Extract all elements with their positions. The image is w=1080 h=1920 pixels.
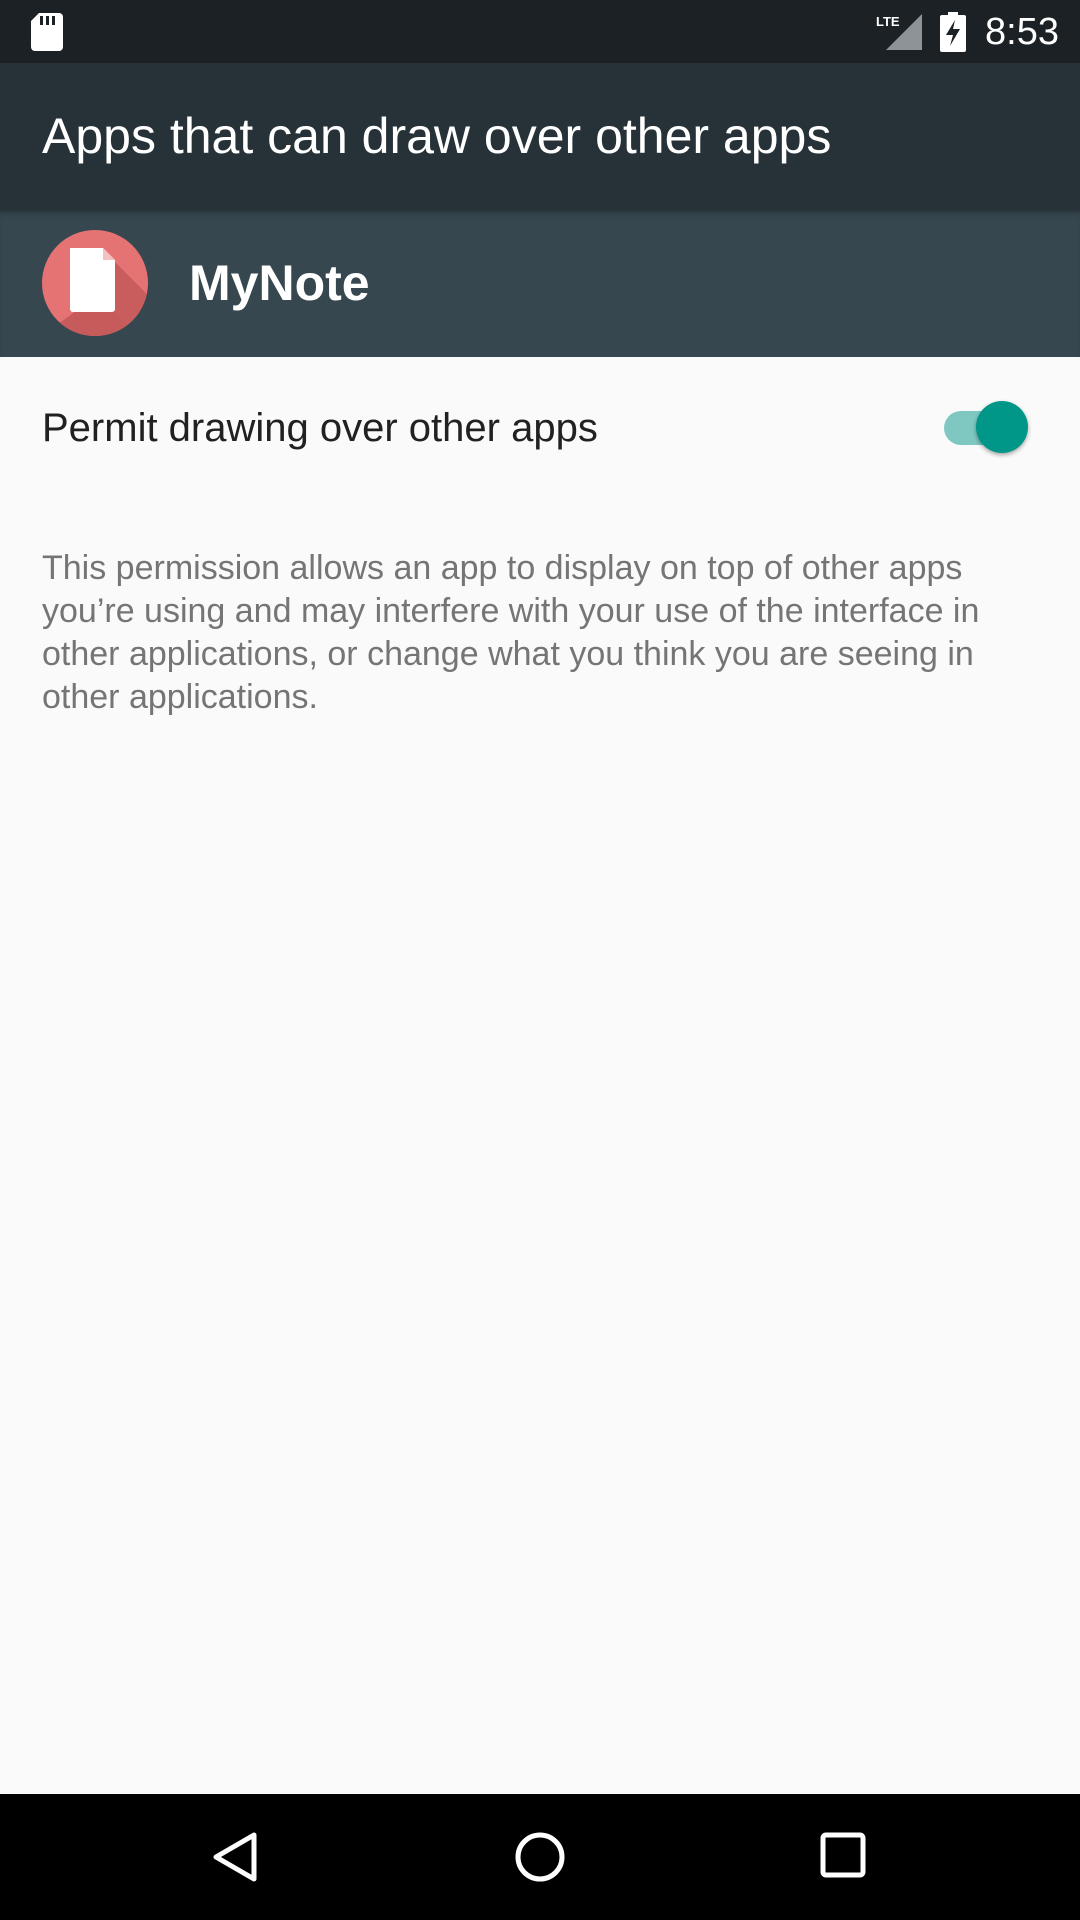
toggle-thumb: [976, 401, 1028, 453]
navigation-bar: [0, 1794, 1080, 1920]
permission-description: This permission allows an app to display…: [42, 549, 980, 716]
status-bar: LTE 8:53: [0, 0, 1080, 63]
note-document-icon: [42, 230, 148, 336]
permit-drawing-label: Permit drawing over other apps: [42, 406, 598, 450]
sd-card-icon: [31, 13, 63, 51]
page-title: Apps that can draw over other apps: [42, 108, 832, 164]
permit-drawing-toggle[interactable]: [940, 397, 1030, 457]
app-name: MyNote: [189, 255, 370, 311]
back-icon[interactable]: [210, 1831, 262, 1883]
signal-icon: LTE: [876, 14, 922, 50]
home-icon[interactable]: [514, 1831, 566, 1883]
network-label: LTE: [876, 14, 900, 29]
permit-drawing-row[interactable]: Permit drawing over other apps: [0, 357, 1080, 499]
recents-icon[interactable]: [819, 1831, 867, 1879]
app-header: MyNote: [0, 210, 1080, 357]
status-clock: 8:53: [985, 11, 1059, 53]
battery-charging-icon: [940, 12, 966, 52]
app-bar: Apps that can draw over other apps: [0, 63, 1080, 210]
